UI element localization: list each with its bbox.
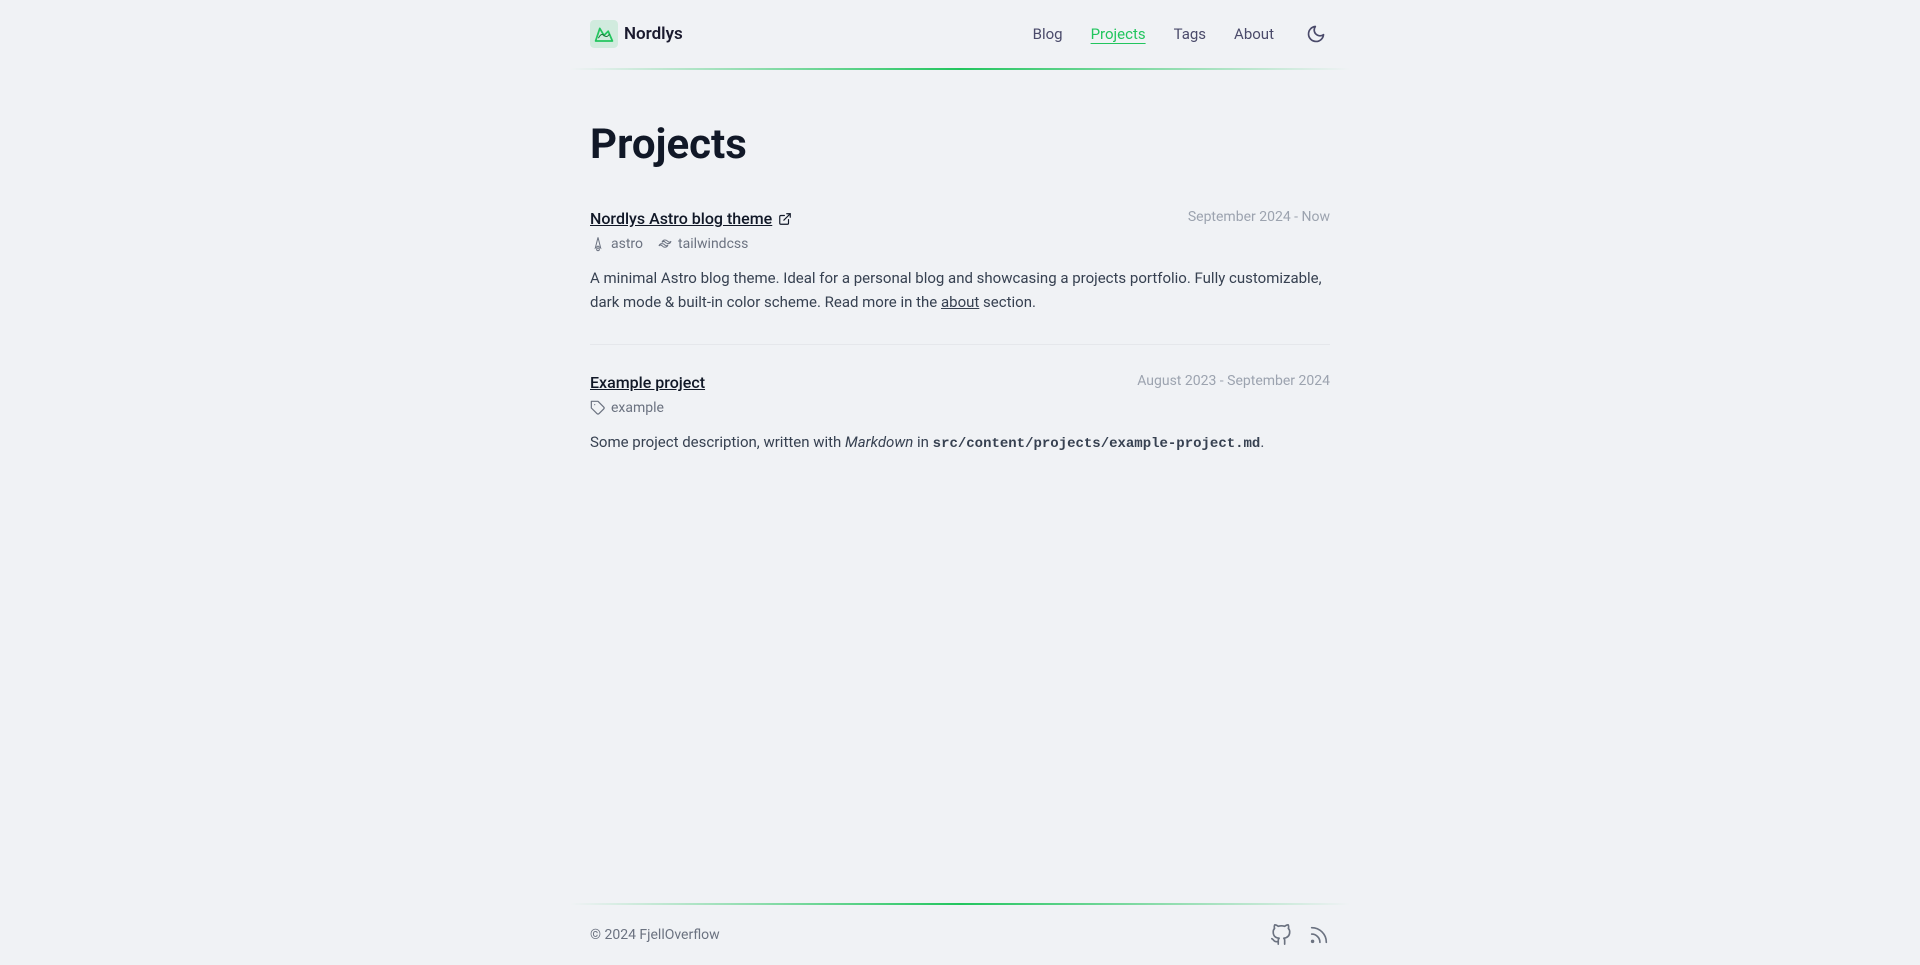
tag-name: example bbox=[611, 400, 664, 416]
nav-about[interactable]: About bbox=[1234, 25, 1274, 43]
logo-icon bbox=[590, 20, 618, 48]
nav-blog[interactable]: Blog bbox=[1033, 25, 1063, 43]
tag-item: tailwindcss bbox=[657, 236, 748, 252]
external-link-icon bbox=[778, 212, 792, 226]
footer-copyright: © 2024 FjellOverflow bbox=[590, 927, 720, 943]
site-footer: © 2024 FjellOverflow bbox=[0, 903, 1920, 965]
project-title: Example project bbox=[590, 373, 705, 392]
dark-mode-toggle[interactable] bbox=[1302, 20, 1330, 48]
tag-item: example bbox=[590, 400, 664, 416]
main-nav: Blog Projects Tags About bbox=[1033, 20, 1330, 48]
page-title: Projects bbox=[590, 120, 1330, 169]
github-link[interactable] bbox=[1270, 924, 1292, 946]
project-divider bbox=[590, 344, 1330, 345]
project-description: Some project description, written with M… bbox=[590, 430, 1330, 455]
project-tags: example bbox=[590, 400, 1330, 416]
site-logo[interactable]: Nordlys bbox=[590, 20, 683, 48]
tag-icon bbox=[590, 400, 606, 416]
project-tags: astro tailwindcss bbox=[590, 236, 1330, 252]
project-title-link[interactable]: Nordlys Astro blog theme bbox=[590, 209, 792, 228]
about-link[interactable]: about bbox=[941, 293, 979, 311]
astro-icon bbox=[590, 236, 606, 252]
project-item: Example project August 2023 - September … bbox=[590, 373, 1330, 455]
project-header: Example project August 2023 - September … bbox=[590, 373, 1330, 392]
nav-tags[interactable]: Tags bbox=[1174, 25, 1206, 43]
rss-link[interactable] bbox=[1308, 924, 1330, 946]
tag-name: astro bbox=[611, 236, 643, 252]
logo-text: Nordlys bbox=[624, 24, 683, 44]
tag-name: tailwindcss bbox=[678, 236, 748, 252]
tag-item: astro bbox=[590, 236, 643, 252]
project-description: A minimal Astro blog theme. Ideal for a … bbox=[590, 266, 1330, 314]
project-item: Nordlys Astro blog theme September 2024 … bbox=[590, 209, 1330, 314]
project-title: Nordlys Astro blog theme bbox=[590, 209, 772, 228]
project-date: August 2023 - September 2024 bbox=[1137, 373, 1330, 389]
moon-icon bbox=[1306, 24, 1326, 44]
project-header: Nordlys Astro blog theme September 2024 … bbox=[590, 209, 1330, 228]
nav-projects[interactable]: Projects bbox=[1091, 25, 1146, 43]
rss-icon bbox=[1308, 924, 1330, 946]
tailwind-icon bbox=[657, 236, 673, 252]
github-icon bbox=[1270, 924, 1292, 946]
footer-icons bbox=[1270, 924, 1330, 946]
project-date: September 2024 - Now bbox=[1188, 209, 1330, 225]
main-content: Projects Nordlys Astro blog theme Septem… bbox=[590, 70, 1330, 903]
